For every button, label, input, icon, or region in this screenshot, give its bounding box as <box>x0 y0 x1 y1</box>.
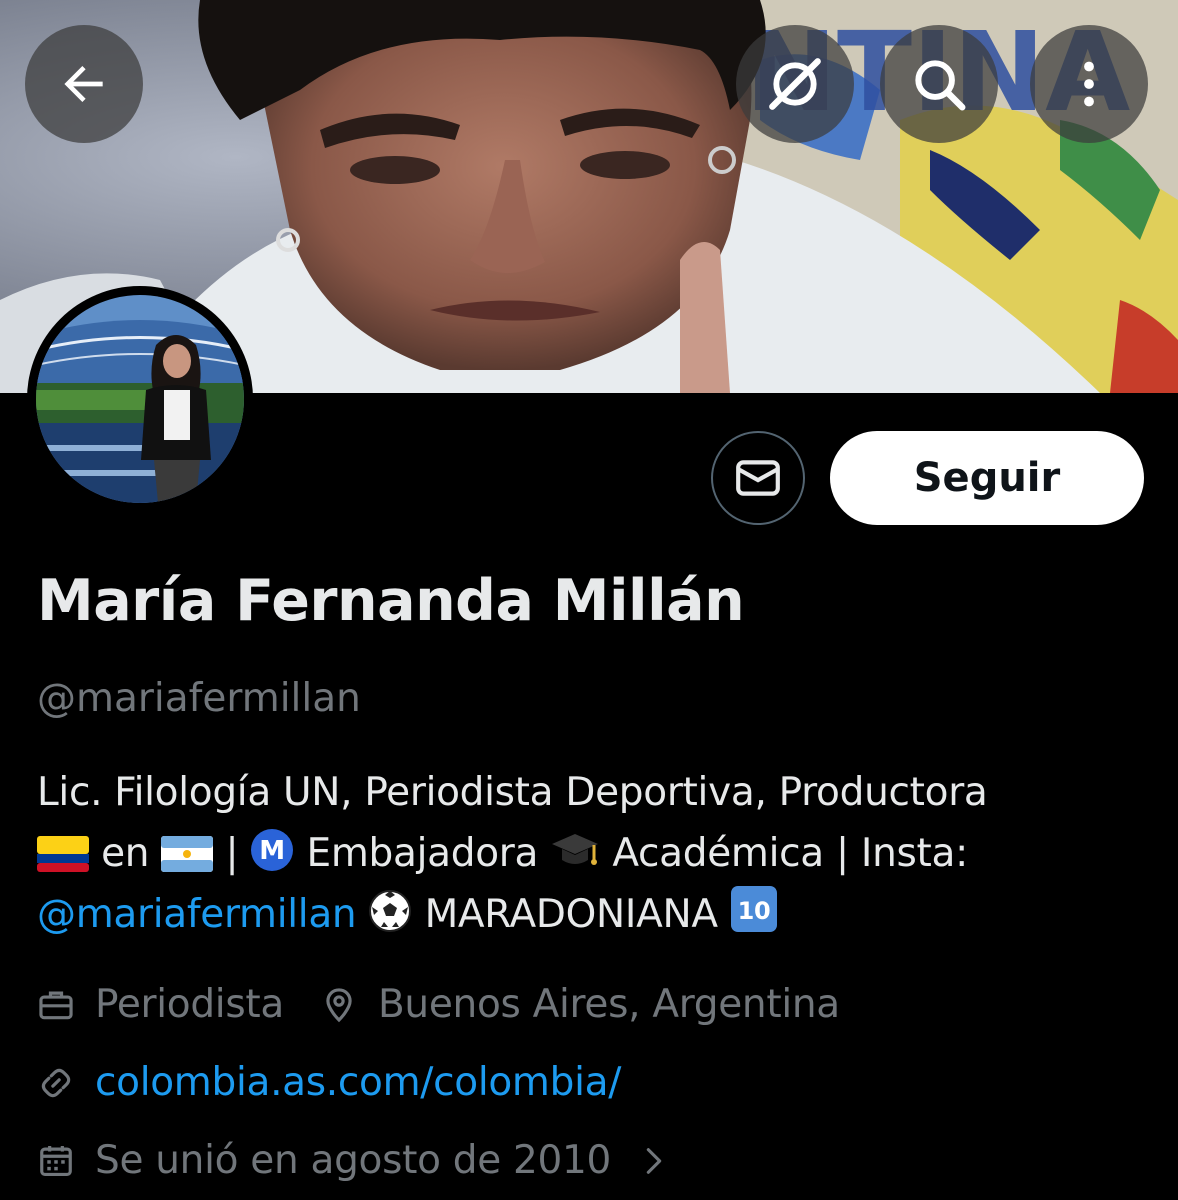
bio-line-1: Lic. Filología UN, Periodista Deportiva,… <box>37 770 988 815</box>
handle: @mariafermillan <box>37 676 361 721</box>
envelope-icon <box>736 460 780 496</box>
website-link[interactable]: colombia.as.com/colombia/ <box>95 1060 621 1105</box>
display-name: María Fernanda Millán <box>37 568 745 634</box>
briefcase-icon <box>39 991 73 1019</box>
bio-academica: Académica | Insta: <box>612 831 968 876</box>
bio-en-text: en <box>101 831 150 876</box>
profile-joined-row[interactable]: Se unió en agosto de 2010 <box>37 1138 671 1183</box>
svg-text:10: 10 <box>737 897 770 925</box>
location-text: Buenos Aires, Argentina <box>377 982 840 1027</box>
bio-separator: | <box>225 831 239 876</box>
soccer-ball-icon <box>369 890 412 932</box>
more-button[interactable] <box>1030 25 1148 143</box>
svg-text:M: M <box>260 836 286 866</box>
grok-icon <box>769 58 821 110</box>
location-pin-icon <box>326 987 352 1022</box>
bio-maradoniana: MARADONIANA <box>424 892 718 937</box>
flag-argentina-icon <box>161 836 214 872</box>
link-icon <box>41 1068 71 1097</box>
graduation-cap-icon <box>552 834 599 865</box>
bio-embajadora: Embajadora <box>306 831 539 876</box>
joined-text: Se unió en agosto de 2010 <box>95 1138 612 1183</box>
search-icon <box>915 60 966 111</box>
chevron-right-icon <box>646 1147 662 1174</box>
bio-mention-link[interactable]: @mariafermillan <box>37 892 357 937</box>
grok-button[interactable] <box>736 25 854 143</box>
profile-website-row: colombia.as.com/colombia/ <box>37 1060 621 1105</box>
more-vertical-icon <box>1084 61 1094 107</box>
flag-colombia-icon <box>37 836 89 872</box>
profession-text: Periodista <box>95 982 284 1027</box>
calendar-icon <box>40 1145 72 1176</box>
bio-line-3: @mariafermillan MARADONIANA 10 <box>37 884 1157 945</box>
arrow-left-icon <box>64 66 103 102</box>
bio: Lic. Filología UN, Periodista Deportiva,… <box>37 762 1157 945</box>
circled-m-icon: M <box>251 829 294 871</box>
avatar[interactable] <box>27 286 253 512</box>
message-button[interactable] <box>711 431 805 525</box>
bio-line-2: en | M Embajadora Académica | Insta: <box>37 823 1157 884</box>
avatar-image <box>36 295 244 503</box>
follow-button[interactable]: Seguir <box>830 431 1144 525</box>
search-button[interactable] <box>880 25 998 143</box>
profile-meta-row: Periodista Buenos Aires, Argentina <box>37 982 840 1027</box>
keycap-10-icon: 10 <box>730 886 777 932</box>
back-button[interactable] <box>25 25 143 143</box>
